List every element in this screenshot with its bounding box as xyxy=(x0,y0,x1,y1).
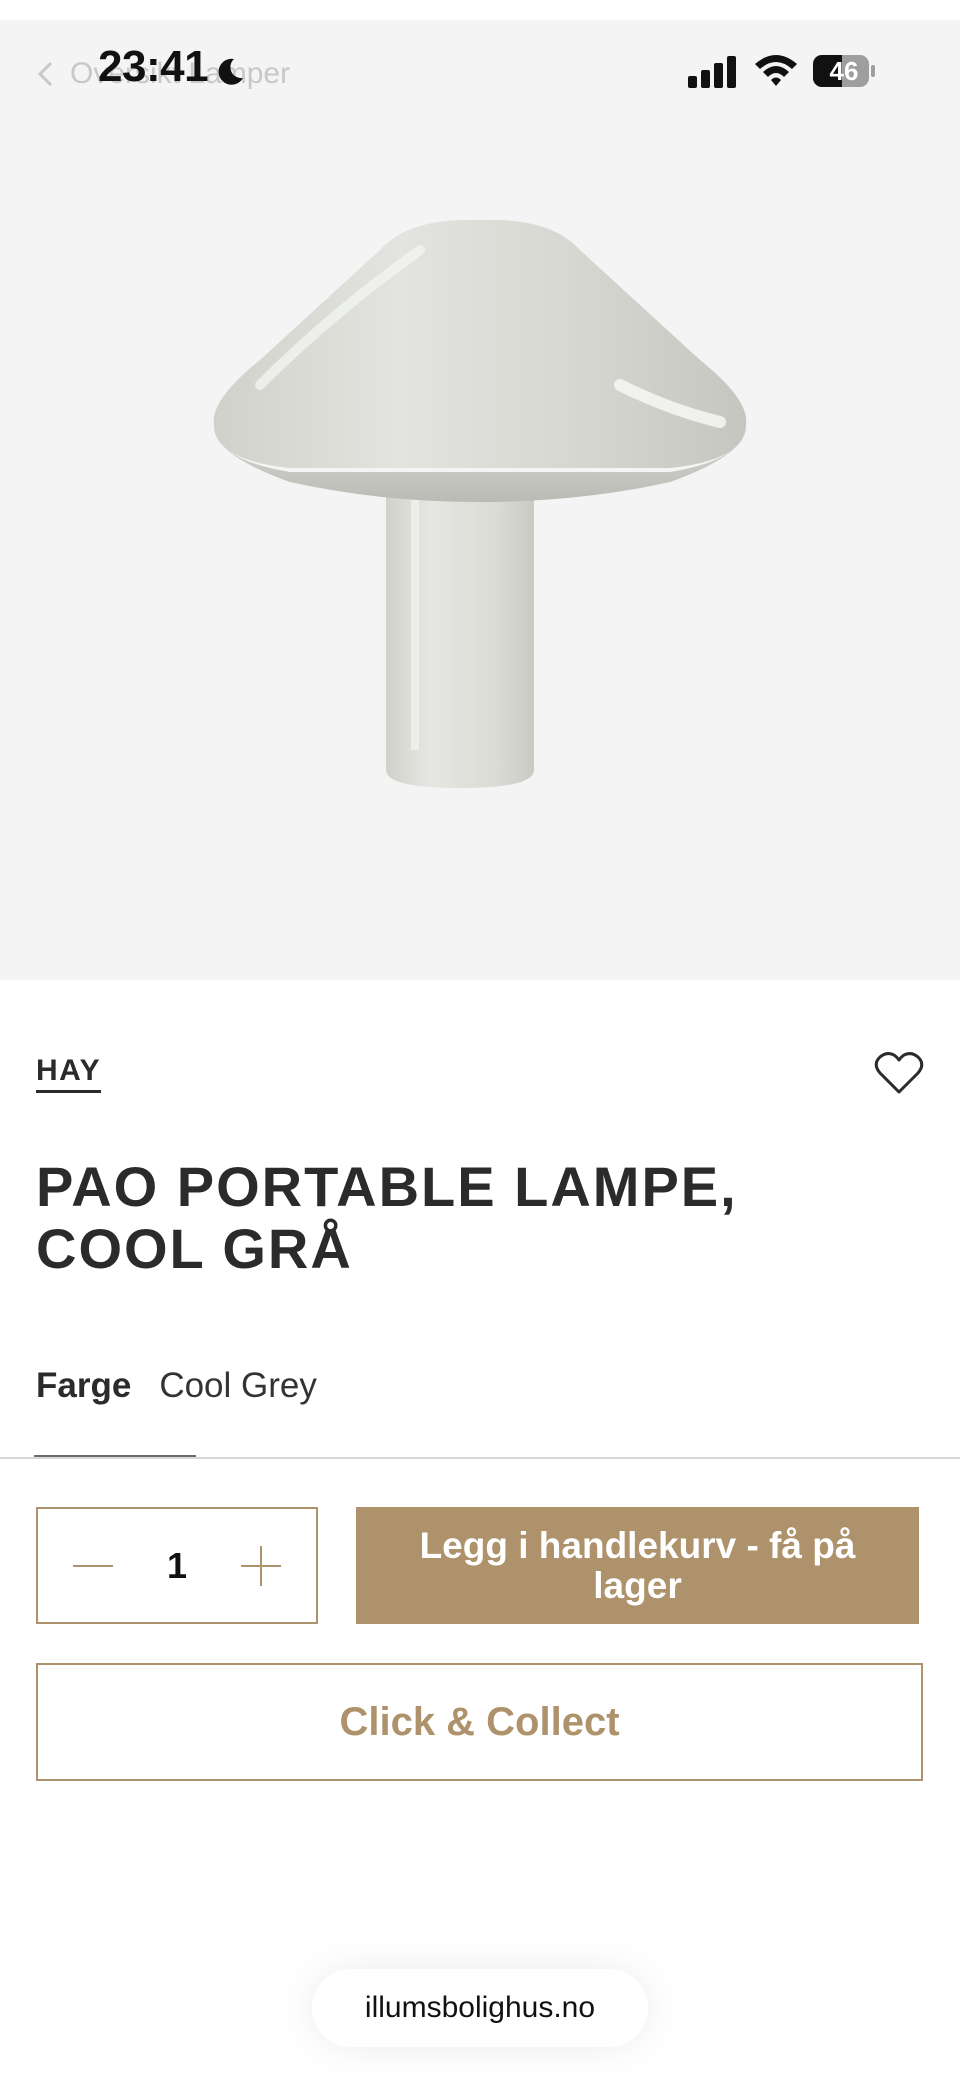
brand-link[interactable]: HAY xyxy=(36,1054,102,1093)
battery-level: 46 xyxy=(829,56,859,86)
increase-quantity-button[interactable] xyxy=(240,1545,282,1587)
product-title: PAO PORTABLE LAMPE, COOL GRÅ xyxy=(36,1155,738,1280)
quantity-stepper[interactable]: 1 xyxy=(36,1507,318,1624)
cellular-signal-icon xyxy=(688,56,736,88)
click-and-collect-button[interactable]: Click & Collect xyxy=(36,1663,923,1781)
moon-icon xyxy=(218,58,243,85)
add-to-cart-button[interactable]: Legg i handlekurv - få på lager xyxy=(356,1507,919,1624)
color-option-tab[interactable]: Farge Cool Grey xyxy=(36,1366,317,1406)
mushroom-lamp-image xyxy=(213,220,747,788)
plus-icon xyxy=(241,1545,281,1586)
heart-icon[interactable] xyxy=(874,1050,924,1096)
browser-url-bar[interactable]: illumsbolighus.no xyxy=(312,1969,648,2047)
option-value: Cool Grey xyxy=(159,1366,317,1405)
quantity-value: 1 xyxy=(166,1544,188,1586)
minus-icon xyxy=(73,1564,113,1567)
wifi-icon xyxy=(755,55,797,86)
decrease-quantity-button[interactable] xyxy=(72,1545,114,1587)
option-label: Farge xyxy=(36,1366,132,1405)
chevron-left-icon[interactable] xyxy=(36,61,56,87)
option-divider xyxy=(0,1457,960,1459)
status-time: 23:41 xyxy=(98,42,209,91)
status-bar: Oversikt Lamper 23:41 46 xyxy=(0,0,960,150)
